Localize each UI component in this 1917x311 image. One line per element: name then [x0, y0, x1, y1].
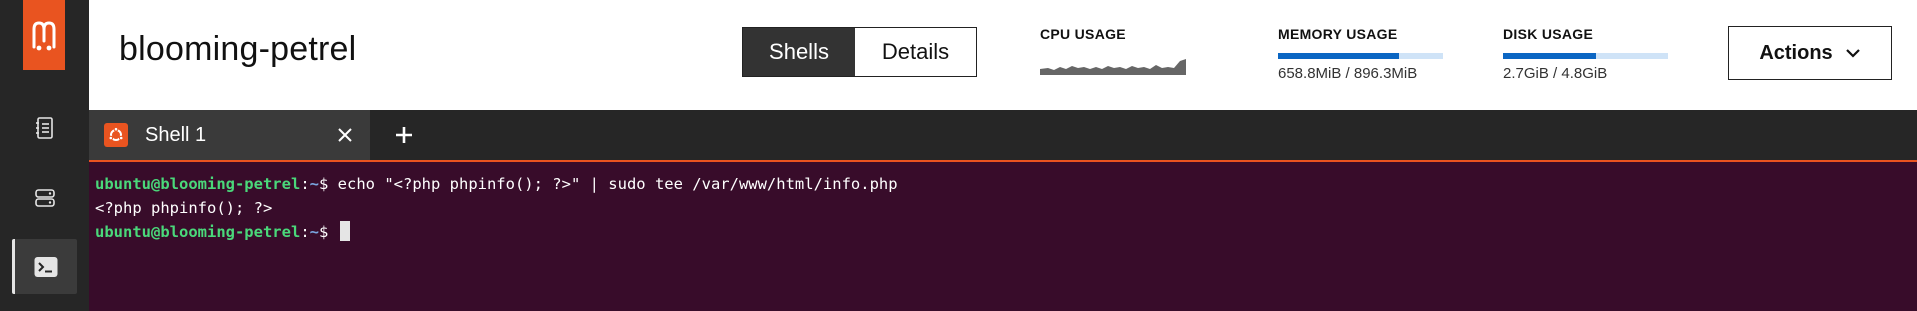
- command-output: <?php phpinfo(); ?>: [95, 199, 273, 217]
- memory-usage-label: MEMORY USAGE: [1278, 26, 1398, 42]
- disk-usage-value: 2.7GiB / 4.8GiB: [1503, 65, 1608, 82]
- prompt-separator: :: [300, 223, 310, 241]
- memory-usage: MEMORY USAGE 658.8MiB / 896.3MiB: [1278, 26, 1443, 82]
- cpu-sparkline: [1040, 59, 1186, 75]
- server-icon: [34, 188, 55, 207]
- header: blooming-petrel Shells Details CPU USAGE…: [89, 0, 1917, 110]
- logo-m-icon: [32, 21, 56, 51]
- command-text: echo "<?php phpinfo(); ?>" | sudo tee /v…: [337, 175, 898, 193]
- prompt-symbol: $: [319, 175, 338, 193]
- sidebar-item-instances[interactable]: [12, 100, 77, 155]
- memory-usage-bar-fill: [1278, 53, 1400, 59]
- cpu-usage-label: CPU USAGE: [1040, 26, 1126, 42]
- close-tab-button[interactable]: [330, 110, 360, 160]
- sidebar-item-shell[interactable]: [12, 239, 77, 294]
- close-icon: [338, 128, 352, 142]
- actions-label: Actions: [1759, 41, 1833, 64]
- add-shell-button[interactable]: [389, 110, 419, 160]
- prompt-symbol: $: [319, 223, 338, 241]
- plus-icon: [396, 127, 412, 143]
- memory-usage-bar: [1278, 53, 1443, 59]
- notebook-icon: [35, 116, 53, 139]
- prompt-path: ~: [309, 175, 319, 193]
- disk-usage: DISK USAGE 2.7GiB / 4.8GiB: [1503, 26, 1668, 82]
- tab-shells[interactable]: Shells: [743, 28, 855, 76]
- cpu-usage: CPU USAGE: [1040, 26, 1186, 75]
- prompt-path: ~: [309, 223, 319, 241]
- shell-tabbar: Shell 1: [89, 110, 1917, 162]
- terminal-line: ubuntu@blooming-petrel:~$: [95, 220, 1917, 244]
- prompt-separator: :: [300, 175, 310, 193]
- tab-shell-1[interactable]: Shell 1: [89, 110, 370, 160]
- tab-shell-1-label: Shell 1: [145, 123, 207, 146]
- terminal-line: ubuntu@blooming-petrel:~$ echo "<?php ph…: [95, 172, 1917, 196]
- terminal-cursor: [339, 221, 350, 241]
- tab-details[interactable]: Details: [855, 28, 976, 76]
- view-switcher: Shells Details: [742, 27, 977, 77]
- multipass-logo[interactable]: [23, 0, 65, 70]
- prompt-user: ubuntu@blooming-petrel: [95, 175, 301, 193]
- terminal[interactable]: ubuntu@blooming-petrel:~$ echo "<?php ph…: [89, 162, 1917, 311]
- memory-usage-value: 658.8MiB / 896.3MiB: [1278, 65, 1418, 82]
- prompt-user: ubuntu@blooming-petrel: [95, 223, 301, 241]
- instance-title: blooming-petrel: [119, 30, 357, 68]
- sidebar-item-servers[interactable]: [12, 170, 77, 225]
- sidebar: [0, 0, 89, 311]
- ubuntu-icon: [104, 123, 128, 147]
- terminal-icon: [34, 256, 58, 277]
- actions-button[interactable]: Actions: [1728, 26, 1892, 80]
- disk-usage-bar: [1503, 53, 1668, 59]
- disk-usage-label: DISK USAGE: [1503, 26, 1594, 42]
- terminal-line: <?php phpinfo(); ?>: [95, 196, 1917, 220]
- disk-usage-bar-fill: [1503, 53, 1596, 59]
- chevron-down-icon: [1845, 49, 1860, 58]
